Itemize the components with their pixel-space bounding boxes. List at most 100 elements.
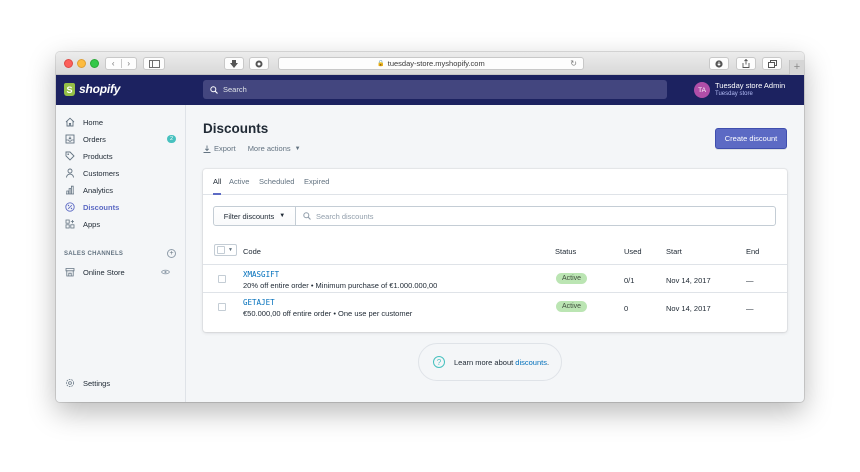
table-row[interactable]: XMASGIFT 20% off entire order • Minimum …	[203, 265, 787, 293]
export-button[interactable]: Export	[203, 144, 236, 153]
column-status[interactable]: Status	[555, 247, 576, 256]
home-icon	[64, 117, 75, 128]
filter-discounts-button[interactable]: Filter discounts ▼	[214, 207, 296, 225]
sidebar-item-analytics[interactable]: Analytics	[64, 183, 178, 197]
address-bar[interactable]: 🔒 tuesday-store.myshopify.com ↻	[278, 57, 584, 70]
orders-count-badge: 2	[167, 135, 176, 143]
start-date: Nov 14, 2017	[666, 276, 711, 285]
row-checkbox[interactable]	[218, 303, 226, 311]
discounts-help-link[interactable]: discounts	[515, 358, 547, 367]
share-icon	[742, 59, 750, 68]
discount-icon	[64, 202, 75, 213]
used-count: 0/1	[624, 276, 635, 285]
end-date: —	[746, 304, 754, 313]
download-arrow-icon	[230, 59, 238, 68]
tag-icon	[64, 151, 75, 162]
url-text: tuesday-store.myshopify.com	[387, 59, 485, 68]
shopify-bag-icon: S	[64, 82, 75, 96]
table-row[interactable]: GETAJET €50.000,00 off entire order • On…	[203, 293, 787, 321]
more-actions-button[interactable]: More actions ▼	[248, 144, 301, 153]
avatar: TA	[694, 82, 710, 98]
sidebar-item-label: Online Store	[83, 267, 125, 277]
learn-more-prefix: Learn more about	[454, 357, 516, 367]
column-code[interactable]: Code	[243, 247, 261, 256]
sidebar-icon	[148, 59, 160, 68]
account-store: Tuesday store	[715, 91, 753, 97]
sidebar-item-label: Apps	[83, 219, 101, 229]
search-placeholder: Search discounts	[316, 211, 374, 221]
store-icon	[64, 267, 75, 278]
show-tabs-button[interactable]	[762, 57, 782, 70]
bulk-select-checkbox[interactable]: ▼	[214, 244, 237, 256]
browser-titlebar: ‹ › 🔒 tuesday-store.myshopify.com ↻ +	[56, 52, 804, 75]
sidebar-item-products[interactable]: Products	[64, 149, 178, 163]
sidebar-item-home[interactable]: Home	[64, 115, 178, 129]
close-window-button[interactable]	[64, 59, 73, 68]
tab-all[interactable]: All	[213, 177, 222, 195]
sidebar-item-label: Settings	[83, 378, 111, 388]
share-button[interactable]	[736, 57, 756, 70]
learn-more-suffix: .	[546, 357, 550, 367]
tabs-icon	[767, 59, 777, 68]
add-sales-channel-button[interactable]: +	[167, 249, 176, 258]
create-discount-button[interactable]: Create discount	[715, 128, 787, 149]
apps-icon	[64, 219, 75, 230]
sidebar: Home Orders 2 Products Customers Analyti…	[56, 105, 186, 402]
caret-down-icon: ▼	[228, 247, 233, 253]
checkbox	[217, 246, 225, 254]
sidebar-item-discounts[interactable]: Discounts	[64, 200, 178, 214]
global-search-input[interactable]: Search	[203, 80, 667, 99]
sidebar-item-apps[interactable]: Apps	[64, 217, 178, 231]
global-search-placeholder: Search	[223, 85, 247, 94]
sidebar-item-orders[interactable]: Orders 2	[64, 132, 178, 146]
page-title: Discounts	[203, 121, 269, 136]
tab-scheduled[interactable]: Scheduled	[259, 177, 294, 195]
discount-description: 20% off entire order • Minimum purchase …	[243, 281, 438, 290]
extension-button[interactable]	[224, 57, 244, 70]
sales-channels-heading: SALES CHANNELS	[64, 251, 124, 257]
learn-more-callout: ? Learn more about discounts.	[418, 343, 562, 381]
sidebar-item-online-store[interactable]: Online Store	[64, 265, 178, 279]
status-badge: Active	[556, 301, 588, 312]
lock-icon: 🔒	[377, 61, 385, 67]
discount-description: €50.000,00 off entire order • One use pe…	[243, 309, 413, 318]
sidebar-item-label: Products	[83, 151, 113, 161]
forward-button[interactable]: ›	[120, 59, 137, 68]
tab-active[interactable]: Active	[229, 177, 249, 195]
column-start[interactable]: Start	[666, 247, 682, 256]
tab-expired[interactable]: Expired	[304, 177, 329, 195]
reload-icon[interactable]: ↻	[570, 59, 577, 68]
minimize-window-button[interactable]	[77, 59, 86, 68]
export-icon	[203, 145, 211, 153]
caret-down-icon: ▼	[294, 145, 301, 152]
back-button[interactable]: ‹	[106, 59, 121, 68]
sidebar-item-label: Orders	[83, 134, 106, 144]
used-count: 0	[624, 304, 629, 313]
column-end[interactable]: End	[746, 247, 759, 256]
account-menu[interactable]: TA Tuesday store Admin Tuesday store	[694, 81, 785, 99]
row-checkbox[interactable]	[218, 275, 226, 283]
status-badge: Active	[556, 273, 588, 284]
discounts-card: All Active Scheduled Expired Filter disc…	[203, 169, 787, 332]
downloads-button[interactable]	[709, 57, 729, 70]
sidebar-item-customers[interactable]: Customers	[64, 166, 178, 180]
new-tab-button[interactable]: +	[789, 60, 804, 75]
downloads-icon	[715, 59, 723, 68]
end-date: —	[746, 276, 754, 285]
column-used[interactable]: Used	[624, 247, 642, 256]
ghostery-icon	[255, 60, 263, 67]
discount-tabs: All Active Scheduled Expired	[203, 169, 787, 195]
more-actions-label: More actions	[247, 144, 291, 153]
extension-button-2[interactable]	[249, 57, 269, 70]
sidebar-toggle-button[interactable]	[143, 57, 165, 70]
sidebar-item-settings[interactable]: Settings	[64, 376, 178, 390]
discount-code[interactable]: GETAJET	[243, 298, 275, 307]
zoom-window-button[interactable]	[90, 59, 99, 68]
shopify-topbar: S shopify Search TA Tuesday store Admin …	[56, 75, 804, 105]
search-discounts-input[interactable]: Search discounts	[296, 212, 374, 221]
shopify-logo[interactable]: S shopify	[64, 82, 120, 96]
eye-icon[interactable]	[161, 268, 170, 277]
caret-down-icon: ▼	[279, 213, 286, 219]
discount-code[interactable]: XMASGIFT	[243, 270, 279, 279]
search-icon	[210, 85, 218, 94]
